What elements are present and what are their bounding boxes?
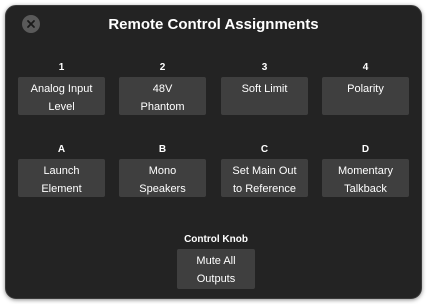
slot-4-assignment-button[interactable]: Polarity [322, 77, 409, 115]
slot-4: 4 Polarity [322, 61, 409, 115]
slot-1-assignment-button[interactable]: Analog Input Level [18, 77, 105, 115]
slot-label: 1 [58, 62, 65, 73]
slot-label: 4 [362, 62, 369, 73]
window-title: Remote Control Assignments [108, 16, 319, 33]
slot-d-assignment-button[interactable]: Momentary Talkback [322, 159, 409, 197]
slot-label: B [158, 144, 167, 155]
slot-c: C Set Main Out to Reference [221, 143, 308, 197]
slot-label: 3 [261, 62, 268, 73]
control-knob-assignment-button[interactable]: Mute All Outputs [177, 249, 255, 289]
slot-a-assignment-button[interactable]: Launch Element [18, 159, 105, 197]
slot-b: B Mono Speakers [119, 143, 206, 197]
remote-control-assignments-window: Remote Control Assignments 1 Analog Inpu… [5, 5, 422, 299]
control-knob-label: Control Knob [184, 234, 248, 245]
control-knob-slot: Control Knob Mute All Outputs [177, 233, 255, 289]
slot-1: 1 Analog Input Level [18, 61, 105, 115]
slot-2-assignment-button[interactable]: 48V Phantom [119, 77, 206, 115]
slot-c-assignment-button[interactable]: Set Main Out to Reference [221, 159, 308, 197]
slot-label: D [361, 144, 370, 155]
slot-label: 2 [159, 62, 166, 73]
slot-a: A Launch Element [18, 143, 105, 197]
slot-label: A [57, 144, 66, 155]
slot-b-assignment-button[interactable]: Mono Speakers [119, 159, 206, 197]
slot-3-assignment-button[interactable]: Soft Limit [221, 77, 308, 115]
slot-3: 3 Soft Limit [221, 61, 308, 115]
slot-label: C [260, 144, 269, 155]
slot-2: 2 48V Phantom [119, 61, 206, 115]
slot-d: D Momentary Talkback [322, 143, 409, 197]
